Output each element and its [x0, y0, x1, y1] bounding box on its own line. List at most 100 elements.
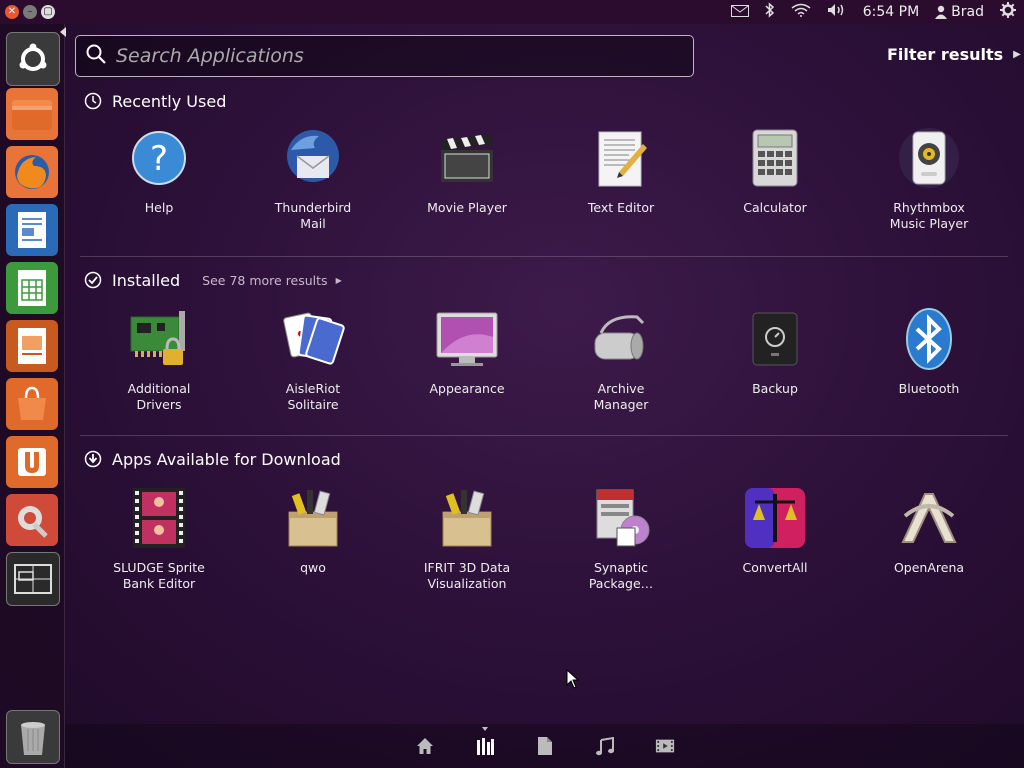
app-label: IFRIT 3D Data Visualization [423, 560, 511, 591]
chevron-right-icon: ▶ [1013, 49, 1021, 60]
app-label: qwo [300, 560, 326, 575]
convertall-icon [745, 488, 805, 548]
search-box[interactable] [75, 35, 694, 77]
maximize-button[interactable]: ▢ [41, 5, 55, 19]
app-bluetooth[interactable]: Bluetooth [854, 307, 1004, 397]
app-label: SLUDGE Sprite Bank Editor [113, 560, 205, 591]
dash-open-indicator [60, 27, 66, 37]
music-lens-button[interactable] [595, 736, 615, 756]
files-lens-button[interactable] [535, 736, 555, 756]
file-icon [537, 737, 552, 755]
app-help[interactable]: ? Help [84, 126, 234, 216]
svg-text:?: ? [150, 139, 168, 179]
app-label: ConvertAll [742, 560, 808, 575]
category-recently-used: Recently Used ? Help Thunderbird Mail Mo… [84, 90, 1008, 231]
app-label: OpenArena [893, 560, 965, 575]
launcher-trash[interactable] [6, 710, 60, 764]
category-header[interactable]: Installed See 78 more results ▶ [84, 269, 1008, 291]
app-label: Appearance [429, 381, 505, 396]
movie-player-icon [441, 134, 493, 182]
dash-home-icon [19, 43, 47, 71]
app-label: Additional Drivers [127, 381, 191, 412]
additional-drivers-icon [130, 311, 185, 365]
home-lens-button[interactable] [415, 736, 435, 756]
launcher [0, 24, 65, 768]
category-apps-for-download: Apps Available for Download SLUDGE Sprit… [84, 448, 1008, 591]
app-label: Thunderbird Mail [274, 200, 352, 231]
launcher-workspace-switcher[interactable] [6, 552, 60, 606]
bluetooth-app-icon [906, 308, 952, 370]
launcher-files[interactable] [6, 88, 58, 140]
volume-icon[interactable] [827, 3, 847, 21]
film-icon [655, 739, 674, 753]
launcher-software-center[interactable] [6, 378, 58, 430]
app-archive-manager[interactable]: Archive Manager [546, 307, 696, 413]
calculator-icon [752, 129, 798, 187]
app-convertall[interactable]: ConvertAll [700, 486, 850, 576]
see-more-results-link[interactable]: See 78 more results ▶ [202, 273, 342, 288]
app-calculator[interactable]: Calculator [700, 126, 850, 216]
search-icon [86, 44, 106, 68]
sludge-icon [133, 488, 185, 548]
app-label: Help [144, 200, 174, 215]
home-icon [416, 738, 433, 754]
app-thunderbird[interactable]: Thunderbird Mail [238, 126, 388, 232]
minimize-button[interactable]: – [23, 5, 37, 19]
app-backup[interactable]: Backup [700, 307, 850, 397]
launcher-calc[interactable] [6, 262, 58, 314]
launcher-impress[interactable] [6, 320, 58, 372]
clock-label[interactable]: 6:54 PM [863, 4, 919, 20]
gear-icon[interactable] [1000, 2, 1016, 22]
app-sludge-sprite-bank-editor[interactable]: SLUDGE Sprite Bank Editor [84, 486, 234, 592]
app-rhythmbox[interactable]: Rhythmbox Music Player [854, 126, 1004, 232]
category-title: Apps Available for Download [112, 449, 341, 469]
lens-bar [65, 724, 1024, 768]
see-more-label: See 78 more results [202, 272, 328, 288]
impress-icon [18, 328, 46, 364]
launcher-ubuntu-one[interactable] [6, 436, 58, 488]
category-title: Installed [112, 270, 181, 290]
app-text-editor[interactable]: Text Editor [546, 126, 696, 216]
top-panel: ✕ – ▢ 6:54 PM Brad [0, 0, 1024, 24]
app-movie-player[interactable]: Movie Player [392, 126, 542, 216]
launcher-writer[interactable] [6, 204, 58, 256]
checkmark-icon [84, 271, 102, 289]
app-additional-drivers[interactable]: Additional Drivers [84, 307, 234, 413]
openarena-icon [901, 493, 957, 543]
user-menu[interactable]: Brad [935, 4, 984, 20]
app-qwo[interactable]: qwo [238, 486, 388, 576]
filter-results-button[interactable]: Filter results ▶ [887, 45, 1021, 64]
app-aisleriot[interactable]: ♥ AisleRiot Solitaire [238, 307, 388, 413]
search-input[interactable] [114, 44, 678, 68]
app-synaptic-package-manager[interactable]: Synaptic Package… [546, 486, 696, 592]
mail-icon[interactable] [730, 3, 749, 21]
close-button[interactable]: ✕ [5, 5, 19, 19]
applications-lens-button[interactable] [475, 736, 495, 756]
user-icon [935, 5, 948, 19]
trash-icon [21, 722, 45, 755]
app-label: Text Editor [587, 200, 655, 215]
clock-icon [84, 92, 102, 110]
category-header[interactable]: Apps Available for Download [84, 448, 1008, 470]
app-label: Calculator [743, 200, 807, 215]
section-divider [80, 256, 1008, 257]
launcher-system-settings[interactable] [6, 494, 58, 546]
launcher-firefox[interactable] [6, 146, 58, 198]
backup-icon [752, 312, 798, 366]
category-header[interactable]: Recently Used [84, 90, 1008, 112]
wifi-icon[interactable] [791, 3, 811, 21]
category-installed: Installed See 78 more results ▶ Addition… [84, 269, 1008, 412]
category-title: Recently Used [112, 91, 227, 111]
writer-icon [18, 212, 46, 248]
app-openarena[interactable]: OpenArena [854, 486, 1004, 576]
recent-apps-grid: ? Help Thunderbird Mail Movie Player Tex… [84, 114, 1008, 234]
text-editor-icon [598, 131, 647, 187]
chevron-right-icon: ▶ [335, 275, 342, 285]
dash-home-button[interactable] [6, 32, 60, 86]
app-appearance[interactable]: Appearance [392, 307, 542, 397]
user-name-label: Brad [951, 4, 984, 20]
bluetooth-icon[interactable] [765, 2, 775, 22]
video-lens-button[interactable] [655, 736, 675, 756]
software-center-icon [18, 386, 46, 420]
app-ifrit-3d-data-visualization[interactable]: IFRIT 3D Data Visualization [392, 486, 542, 592]
